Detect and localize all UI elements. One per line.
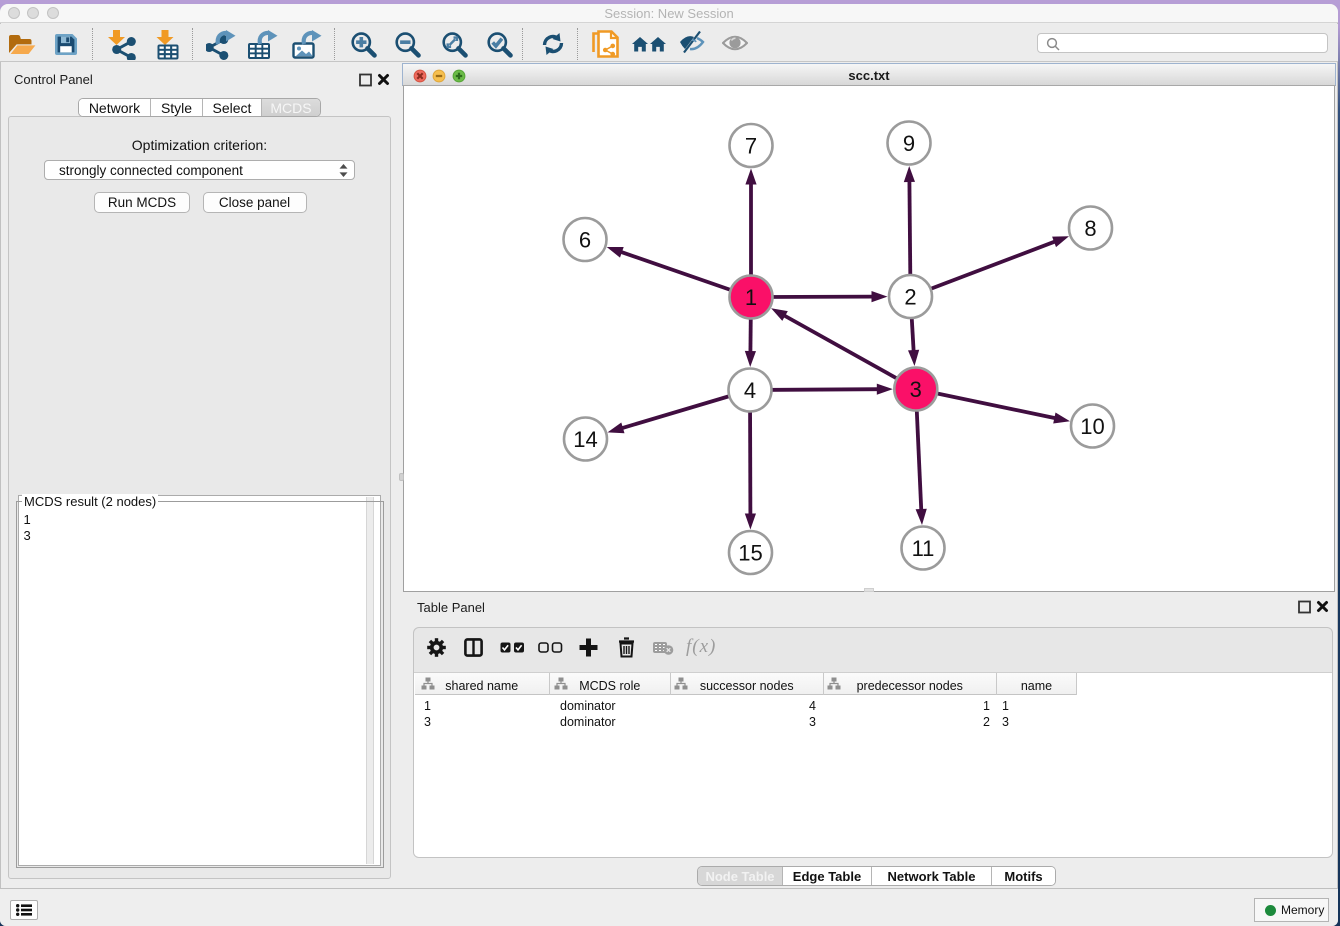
svg-text:4: 4: [744, 378, 756, 403]
svg-text:14: 14: [573, 427, 597, 452]
svg-text:2: 2: [904, 285, 916, 310]
svg-text:3: 3: [910, 377, 922, 402]
svg-text:1: 1: [745, 285, 757, 310]
svg-text:6: 6: [579, 228, 591, 253]
svg-text:15: 15: [738, 541, 762, 566]
svg-text:10: 10: [1080, 414, 1104, 439]
svg-text:9: 9: [903, 131, 915, 156]
svg-text:8: 8: [1084, 216, 1096, 241]
svg-text:7: 7: [745, 134, 757, 159]
svg-text:11: 11: [912, 536, 935, 561]
